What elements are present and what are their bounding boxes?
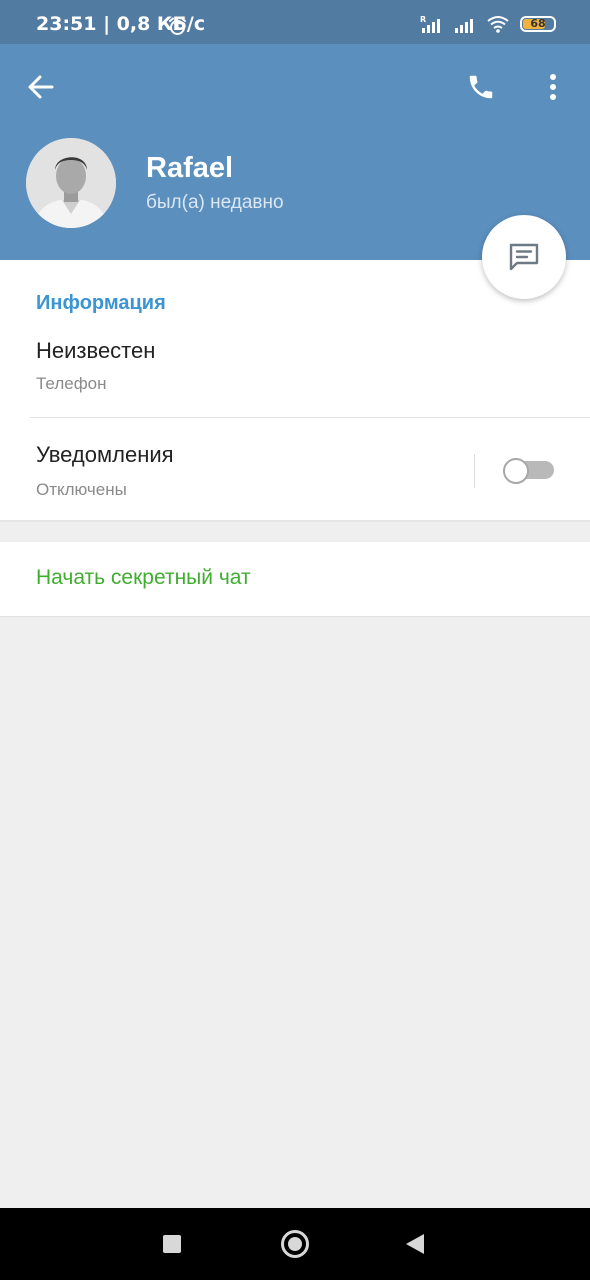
phone-label: Телефон — [36, 374, 107, 393]
start-secret-chat-button[interactable]: Начать секретный чат — [36, 566, 251, 590]
recents-square-icon[interactable] — [163, 1235, 181, 1253]
back-arrow-icon — [28, 75, 54, 99]
call-button[interactable] — [458, 64, 504, 110]
profile-name: Rafael — [146, 152, 234, 184]
more-vertical-icon — [550, 74, 556, 100]
notifications-status: Отключены — [36, 480, 127, 499]
avatar-photo — [26, 138, 116, 228]
info-section: Информация Неизвестен Телефон Уведомлени… — [0, 260, 590, 522]
battery-level: 68 — [530, 17, 546, 30]
more-options-button[interactable] — [532, 64, 574, 110]
system-nav-bar — [0, 1208, 590, 1280]
home-circle-icon[interactable] — [281, 1230, 309, 1258]
svg-text:R: R — [420, 15, 426, 24]
notifications-toggle[interactable] — [503, 458, 554, 484]
secret-chat-section: Начать секретный чат — [0, 542, 590, 617]
section-title: Информация — [36, 292, 166, 314]
signal-icon — [455, 19, 473, 33]
toggle-knob — [503, 458, 529, 484]
signal-icon: R — [420, 15, 440, 33]
back-button[interactable] — [18, 64, 64, 110]
status-icons: R 68 — [420, 14, 556, 34]
send-message-button[interactable] — [482, 215, 566, 299]
message-icon — [509, 243, 539, 271]
phone-value[interactable]: Неизвестен — [36, 338, 155, 364]
avatar[interactable] — [26, 138, 116, 228]
back-triangle-icon[interactable] — [406, 1234, 424, 1254]
status-bar: 23:51 | 0,8 КБ/с R 68 — [0, 0, 590, 44]
divider — [474, 454, 475, 488]
last-seen-status: был(а) недавно — [146, 192, 284, 213]
phone-icon — [469, 75, 493, 99]
wifi-icon — [487, 16, 509, 33]
notifications-row[interactable]: Уведомления Отключены — [0, 418, 590, 522]
battery-icon: 68 — [520, 16, 556, 32]
alarm-icon — [169, 17, 186, 35]
notifications-title: Уведомления — [36, 442, 174, 467]
